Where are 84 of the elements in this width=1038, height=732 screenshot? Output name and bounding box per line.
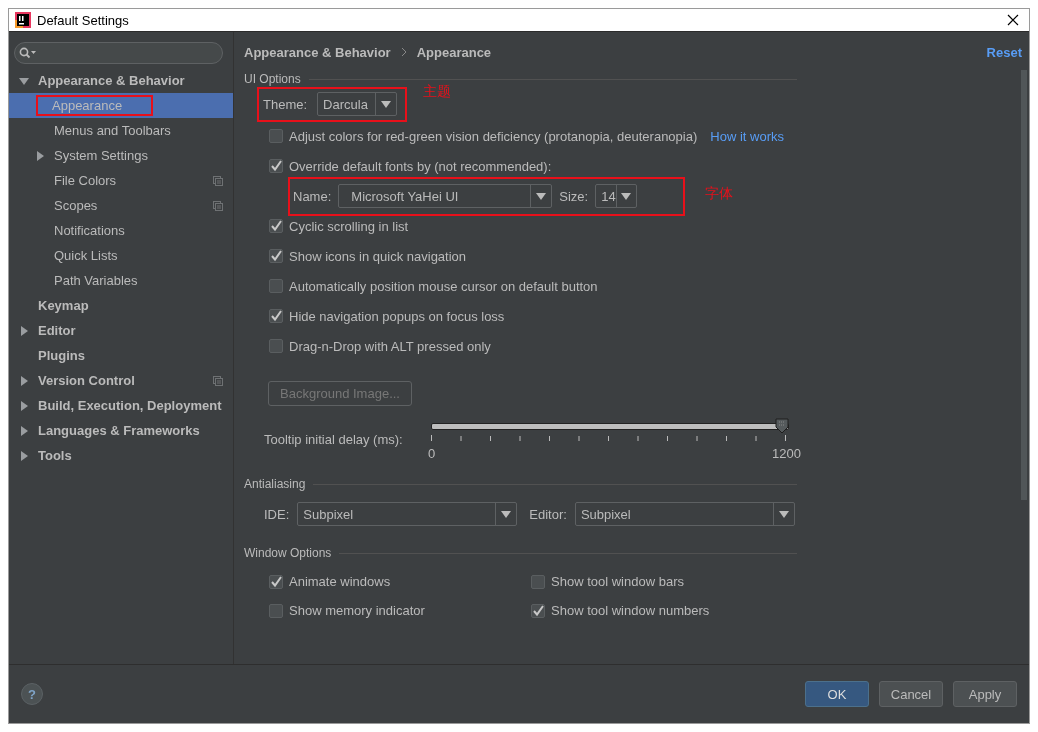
collapsed-arrow-icon bbox=[19, 375, 29, 386]
tree-item[interactable]: Plugins bbox=[9, 343, 233, 368]
checkbox-label: Cyclic scrolling in list bbox=[289, 218, 409, 234]
dropdown-arrow-icon bbox=[621, 192, 632, 200]
dropdown-arrow-icon bbox=[536, 192, 547, 200]
checkbox[interactable] bbox=[269, 219, 283, 233]
search-field[interactable] bbox=[14, 42, 223, 64]
breadcrumb-item: Appearance bbox=[416, 44, 492, 60]
tree-item[interactable]: Editor bbox=[9, 318, 233, 343]
tree-item[interactable]: Quick Lists bbox=[9, 243, 233, 268]
window-title: Default Settings bbox=[37, 12, 130, 28]
field-label: Editor: bbox=[529, 506, 567, 522]
tree-item[interactable]: Path Variables bbox=[9, 268, 233, 293]
checkbox[interactable] bbox=[269, 129, 283, 143]
section-title: Window Options bbox=[244, 546, 332, 560]
checkbox[interactable] bbox=[269, 309, 283, 323]
checkbox[interactable] bbox=[269, 574, 283, 589]
collapsed-arrow-icon bbox=[19, 400, 29, 411]
tree-item[interactable]: Notifications bbox=[9, 218, 233, 243]
collapsed-arrow-icon bbox=[19, 325, 29, 336]
annotation-text: 字体 bbox=[705, 185, 734, 203]
field-label: Name: bbox=[293, 188, 332, 204]
collapsed-arrow-icon bbox=[19, 450, 29, 461]
ok-button[interactable]: OK bbox=[805, 681, 869, 707]
field-label: Size: bbox=[559, 188, 589, 204]
checkbox-label: Animate windows bbox=[289, 574, 391, 589]
checkbox[interactable] bbox=[269, 159, 283, 173]
checkbox-label: Show tool window bars bbox=[551, 574, 684, 589]
tree-item[interactable]: Scopes bbox=[9, 193, 233, 218]
collapsed-arrow-icon bbox=[35, 150, 45, 161]
checkbox[interactable] bbox=[269, 279, 283, 293]
tree-item[interactable]: File Colors bbox=[9, 168, 233, 193]
theme-dropdown[interactable]: Darcula bbox=[317, 92, 398, 116]
checkbox-label: Hide navigation popups on focus loss bbox=[289, 308, 505, 324]
checkbox-label: Override default fonts by (not recommended): bbox=[289, 158, 552, 174]
section-title: Antialiasing bbox=[244, 477, 306, 491]
tree-item[interactable]: Keymap bbox=[9, 293, 233, 318]
editor-antialiasing-dropdown[interactable]: Subpixel bbox=[574, 502, 795, 526]
close-icon bbox=[1007, 14, 1019, 26]
annotation-text: 主题 bbox=[423, 83, 452, 101]
reset-link[interactable]: Reset bbox=[986, 44, 1022, 60]
collapsed-arrow-icon bbox=[19, 425, 29, 436]
dialog-button[interactable]: Cancel bbox=[879, 681, 943, 707]
tick-label: 0 bbox=[428, 446, 436, 461]
checkbox-label: Drag-n-Drop with ALT pressed only bbox=[289, 338, 491, 354]
tree-item[interactable]: Appearance & Behavior bbox=[9, 68, 233, 93]
chevron-icon bbox=[400, 47, 407, 57]
tree-item[interactable]: Version Control bbox=[9, 368, 233, 393]
dropdown-arrow-icon bbox=[501, 510, 512, 518]
section-title: UI Options bbox=[244, 72, 301, 86]
breadcrumb-item[interactable]: Appearance & Behavior bbox=[244, 44, 391, 60]
field-label: IDE: bbox=[264, 506, 290, 522]
ide-antialiasing-dropdown[interactable]: Subpixel bbox=[297, 502, 518, 526]
checkbox-label: Automatically position mouse cursor on default button bbox=[289, 278, 598, 294]
font-size-dropdown[interactable]: 14 bbox=[595, 184, 638, 208]
checkbox[interactable] bbox=[531, 603, 545, 618]
slider[interactable] bbox=[431, 418, 789, 434]
checkbox-label: Show tool window numbers bbox=[551, 603, 710, 618]
tree-item[interactable]: System Settings bbox=[9, 143, 233, 168]
dropdown-arrow-icon bbox=[778, 510, 789, 518]
slider-label: Tooltip initial delay (ms): bbox=[264, 432, 404, 447]
checkbox-label: Show icons in quick navigation bbox=[289, 248, 467, 264]
expanded-arrow-icon bbox=[19, 75, 29, 86]
help-button[interactable]: ? bbox=[21, 683, 43, 705]
checkbox[interactable] bbox=[269, 603, 283, 618]
close-button[interactable] bbox=[1005, 12, 1021, 28]
tree-item[interactable]: Menus and Toolbars bbox=[9, 118, 233, 143]
app-logo-icon bbox=[15, 12, 31, 28]
checkbox[interactable] bbox=[269, 339, 283, 353]
field-label: Theme: bbox=[263, 96, 308, 112]
tree-item[interactable]: Languages & Frameworks bbox=[9, 418, 233, 443]
tree-item[interactable]: Build, Execution, Deployment bbox=[9, 393, 233, 418]
font-name-dropdown[interactable]: Microsoft YaHei UI bbox=[338, 184, 553, 208]
tree-item[interactable]: Tools bbox=[9, 443, 233, 468]
slider-thumb[interactable] bbox=[775, 418, 789, 434]
dropdown-arrow-icon bbox=[381, 100, 392, 108]
checkbox[interactable] bbox=[531, 574, 545, 589]
checkbox-label: Show memory indicator bbox=[289, 603, 425, 618]
dialog-button[interactable]: Apply bbox=[953, 681, 1017, 707]
checkbox-label: Adjust colors for red-green vision deficiency (protanopia, deuteranopia) bbox=[289, 128, 698, 144]
search-icon bbox=[19, 47, 37, 59]
checkbox[interactable] bbox=[269, 249, 283, 263]
help-link[interactable]: How it works bbox=[710, 128, 784, 144]
tick-label: 1200 bbox=[772, 446, 801, 461]
